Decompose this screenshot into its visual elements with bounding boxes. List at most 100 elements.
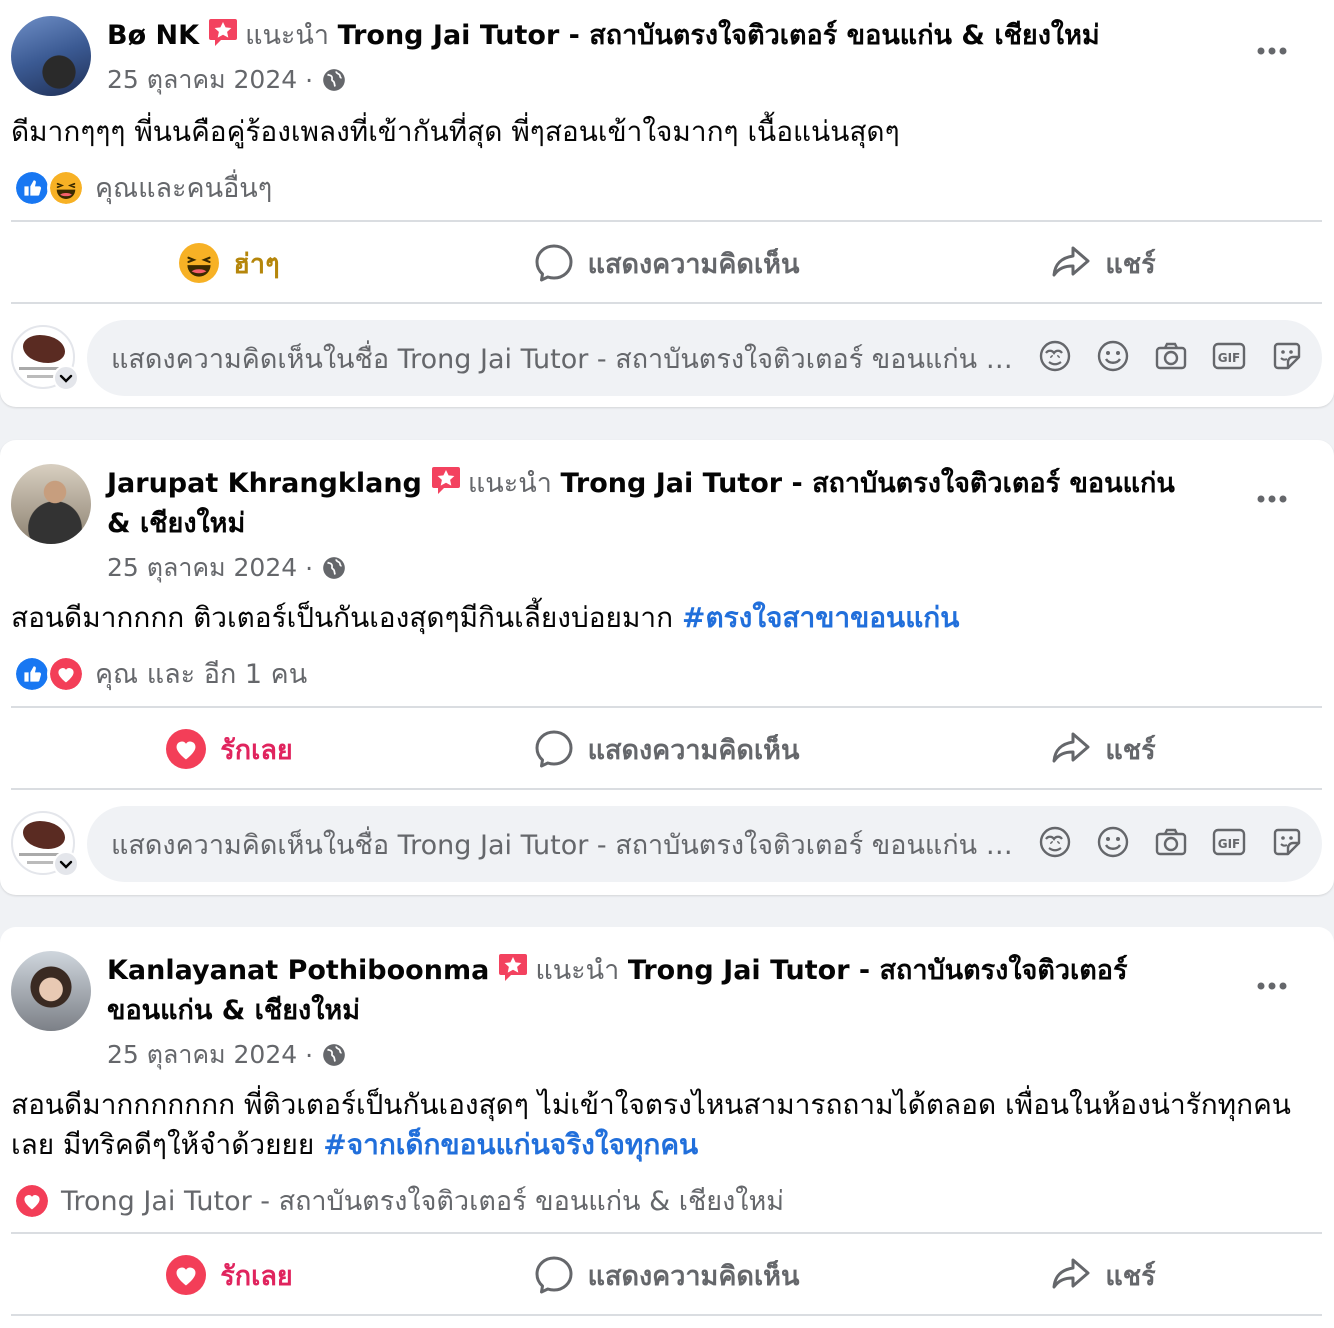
haha-icon <box>179 243 219 283</box>
more-options-icon[interactable] <box>1256 46 1288 56</box>
comment-input[interactable]: แสดงความคิดเห็นในชื่อ Trong Jai Tutor - … <box>87 806 1322 882</box>
post-date[interactable]: 25 ตุลาคม 2024 <box>107 548 297 588</box>
post-meta: 25 ตุลาคม 2024 · <box>107 548 347 588</box>
gif-icon[interactable] <box>1212 339 1246 373</box>
reaction-button[interactable]: รักเลย <box>11 1235 448 1315</box>
post-text-content: ดีมากๆๆๆ พี่นนคือคู่ร้องเพลงที่เข้ากันที… <box>11 115 900 148</box>
emoji-icon[interactable] <box>1096 825 1130 859</box>
recommend-icon <box>430 464 462 496</box>
divider <box>11 220 1322 222</box>
more-options-icon[interactable] <box>1256 981 1288 991</box>
recommend-icon <box>207 16 239 48</box>
meta-separator: · <box>305 65 314 95</box>
love-icon <box>166 1255 206 1295</box>
globe-icon <box>321 555 347 581</box>
emoji-icon[interactable] <box>1096 339 1130 373</box>
share-button[interactable]: แชร์ <box>885 709 1322 789</box>
author-avatar[interactable] <box>11 951 91 1031</box>
avatar-sticker-icon[interactable] <box>1038 339 1072 373</box>
reaction-button-label: ฮ่าๆ <box>233 248 280 280</box>
share-button-label: แชร์ <box>1105 734 1156 766</box>
meta-separator: · <box>305 553 314 583</box>
post-header: Bø NK แนะนำ Trong Jai Tutor - สถาบันตรงใจ… <box>107 16 1204 56</box>
post-meta: 25 ตุลาคม 2024 · <box>107 60 347 100</box>
share-button-label: แชร์ <box>1105 1260 1156 1292</box>
like-icon <box>13 654 51 693</box>
chevron-down-icon <box>58 856 74 872</box>
divider <box>11 788 1322 790</box>
action-bar: ฮ่าๆ แสดงความคิดเห็น แชร์ <box>11 223 1322 303</box>
author-name[interactable]: Kanlayanat Pothiboonma <box>107 955 489 986</box>
comment-icon <box>534 1255 574 1295</box>
switch-profile-badge[interactable] <box>53 851 79 877</box>
post-text: สอนดีมากกกกกกก พี่ติวเตอร์เป็นกันเองสุดๆ… <box>11 1085 1306 1165</box>
comment-tools <box>1038 339 1304 373</box>
sticker-icon[interactable] <box>1270 825 1304 859</box>
comment-button[interactable]: แสดงความคิดเห็น <box>448 1235 885 1315</box>
post-card: Kanlayanat Pothiboonma แนะนำ Trong Jai Tu… <box>0 927 1334 1328</box>
reaction-button-label: รักเลย <box>220 734 293 766</box>
divider <box>11 302 1322 304</box>
reactions-text: Trong Jai Tutor - สถาบันตรงใจติวเตอร์ ขอ… <box>61 1186 785 1217</box>
author-avatar[interactable] <box>11 16 91 96</box>
share-icon <box>1051 729 1091 769</box>
camera-icon[interactable] <box>1154 339 1188 373</box>
author-name[interactable]: Bø NK <box>107 20 199 51</box>
comment-button-label: แสดงความคิดเห็น <box>587 734 800 766</box>
reaction-button[interactable]: ฮ่าๆ <box>11 223 448 303</box>
comment-icon <box>534 729 574 769</box>
share-button[interactable]: แชร์ <box>885 223 1322 303</box>
author-name[interactable]: Jarupat Khrangklang <box>107 468 422 499</box>
comment-placeholder: แสดงความคิดเห็นในชื่อ Trong Jai Tutor - … <box>111 829 1021 861</box>
reactions-text: คุณ และ อีก 1 คน <box>95 659 308 690</box>
comment-placeholder: แสดงความคิดเห็นในชื่อ Trong Jai Tutor - … <box>111 343 1021 375</box>
page-logo <box>23 821 65 849</box>
comment-button[interactable]: แสดงความคิดเห็น <box>448 223 885 303</box>
post-text-content: สอนดีมากกกก ติวเตอร์เป็นกันเองสุดๆมีกินเ… <box>11 601 682 634</box>
love-icon <box>47 654 85 693</box>
post-header: Kanlayanat Pothiboonma แนะนำ Trong Jai Tu… <box>107 951 1204 1031</box>
sticker-icon[interactable] <box>1270 339 1304 373</box>
reaction-button-label: รักเลย <box>220 1260 293 1292</box>
post-date[interactable]: 25 ตุลาคม 2024 <box>107 1035 297 1075</box>
post-date[interactable]: 25 ตุลาคม 2024 <box>107 60 297 100</box>
share-icon <box>1051 243 1091 283</box>
hashtag-link[interactable]: #ตรงใจสาขาขอนแก่น <box>682 601 959 634</box>
switch-profile-badge[interactable] <box>53 365 79 391</box>
more-options-icon[interactable] <box>1256 494 1288 504</box>
camera-icon[interactable] <box>1154 825 1188 859</box>
page-avatar[interactable] <box>11 325 79 391</box>
post-text: สอนดีมากกกก ติวเตอร์เป็นกันเองสุดๆมีกินเ… <box>11 598 1306 638</box>
chevron-down-icon <box>58 370 74 386</box>
comment-button-label: แสดงความคิดเห็น <box>587 1260 800 1292</box>
divider <box>11 1232 1322 1234</box>
comment-composer: แสดงความคิดเห็นในชื่อ Trong Jai Tutor - … <box>11 320 1322 396</box>
reaction-summary[interactable]: คุณและคนอื่นๆ <box>13 166 272 209</box>
recommend-label: แนะนำ <box>245 20 330 51</box>
comment-button[interactable]: แสดงความคิดเห็น <box>448 709 885 789</box>
hashtag-link[interactable]: #จากเด็กขอนแก่นจริงใจทุกคน <box>323 1128 698 1161</box>
avatar-sticker-icon[interactable] <box>1038 825 1072 859</box>
love-icon <box>13 1181 51 1220</box>
post-header: Jarupat Khrangklang แนะนำ Trong Jai Tutor… <box>107 464 1204 544</box>
page-name[interactable]: Trong Jai Tutor - สถาบันตรงใจติวเตอร์ ขอ… <box>338 20 1100 51</box>
action-bar: รักเลย แสดงความคิดเห็น แชร์ <box>11 709 1322 789</box>
page-avatar[interactable] <box>11 811 79 877</box>
reaction-button[interactable]: รักเลย <box>11 709 448 789</box>
like-icon <box>13 168 51 207</box>
comment-input[interactable]: แสดงความคิดเห็นในชื่อ Trong Jai Tutor - … <box>87 320 1322 396</box>
reaction-summary[interactable]: Trong Jai Tutor - สถาบันตรงใจติวเตอร์ ขอ… <box>13 1179 784 1222</box>
gif-icon[interactable] <box>1212 825 1246 859</box>
recommend-label: แนะนำ <box>467 468 552 499</box>
action-bar: รักเลย แสดงความคิดเห็น แชร์ <box>11 1235 1322 1315</box>
share-icon <box>1051 1255 1091 1295</box>
haha-icon <box>47 168 85 207</box>
love-icon <box>166 729 206 769</box>
page-logo <box>23 335 65 363</box>
author-avatar[interactable] <box>11 464 91 544</box>
globe-icon <box>321 67 347 93</box>
meta-separator: · <box>305 1040 314 1070</box>
comment-tools <box>1038 825 1304 859</box>
reaction-summary[interactable]: คุณ และ อีก 1 คน <box>13 652 307 695</box>
share-button[interactable]: แชร์ <box>885 1235 1322 1315</box>
